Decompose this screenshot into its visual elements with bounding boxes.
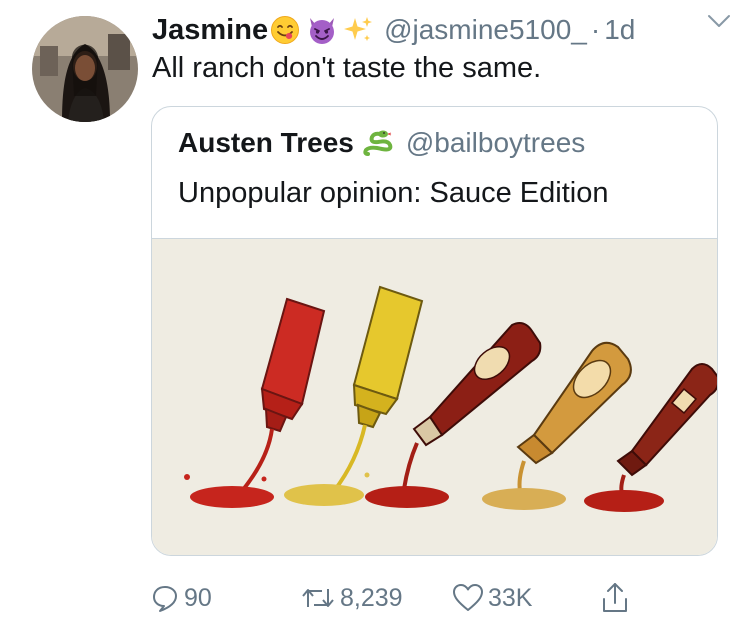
reply-icon: [150, 583, 180, 613]
handle[interactable]: @jasmine5100_: [384, 14, 587, 46]
smiling-devil-icon: [306, 14, 338, 46]
avatar[interactable]: [32, 16, 138, 122]
chevron-down-icon[interactable]: [706, 12, 732, 30]
tweet-actions: 90 8,239 33K: [150, 578, 670, 618]
share-button[interactable]: [600, 578, 630, 618]
sauce-bottles-illustration[interactable]: [152, 238, 717, 555]
retweet-icon: [300, 583, 336, 613]
quoted-display-name[interactable]: Austen Trees: [178, 127, 354, 159]
yum-face-icon: [270, 15, 300, 45]
reply-button[interactable]: 90: [150, 578, 212, 618]
timestamp[interactable]: 1d: [604, 14, 635, 46]
retweet-button[interactable]: 8,239: [300, 578, 403, 618]
reply-count: 90: [184, 583, 212, 612]
quoted-tweet-header: Austen Trees @bailboytrees: [178, 127, 585, 159]
tweet-header: Jasmine @jasmine5100_ · 1d: [152, 10, 730, 50]
retweet-count: 8,239: [340, 583, 403, 612]
like-count: 33K: [488, 583, 533, 612]
ketchup-bottle-icon: [184, 297, 326, 508]
snake-icon: [362, 128, 396, 158]
like-button[interactable]: 33K: [452, 578, 532, 618]
tweet-text: All ranch don't taste the same.: [152, 52, 542, 84]
share-icon: [600, 581, 630, 615]
quoted-tweet[interactable]: Austen Trees @bailboytrees Unpopular opi…: [151, 106, 718, 556]
sparkles-icon: [342, 14, 374, 46]
avatar-image: [32, 16, 138, 122]
separator-dot: ·: [590, 14, 601, 45]
quoted-tweet-text: Unpopular opinion: Sauce Edition: [178, 177, 609, 209]
display-name[interactable]: Jasmine: [152, 14, 268, 47]
quoted-handle[interactable]: @bailboytrees: [406, 127, 585, 159]
heart-icon: [452, 583, 484, 613]
